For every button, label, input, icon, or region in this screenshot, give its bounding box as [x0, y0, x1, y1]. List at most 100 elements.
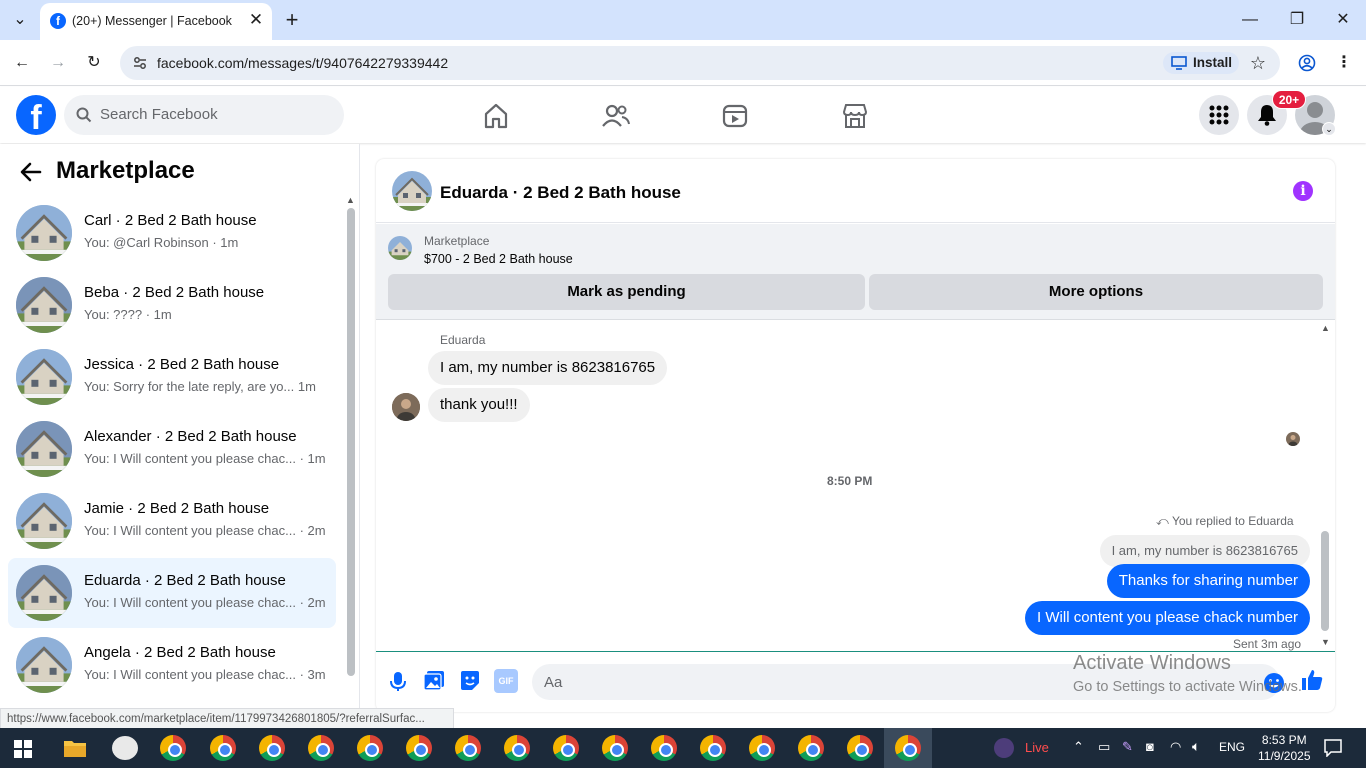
like-thumbs-up-icon[interactable]: [1300, 668, 1324, 692]
windows-start-icon[interactable]: [14, 740, 32, 758]
conversation-avatar: [16, 277, 72, 333]
sticker-icon[interactable]: [458, 669, 482, 693]
message-input-placeholder: Aa: [544, 674, 563, 691]
sent-status: Sent 3m ago: [1233, 637, 1302, 651]
outgoing-message[interactable]: I Will content you please chack number: [1025, 601, 1310, 635]
house-thumbnail-icon: [16, 421, 72, 477]
file-explorer-icon[interactable]: [63, 738, 87, 758]
mark-as-pending-button[interactable]: Mark as pending: [388, 274, 865, 310]
chrome-icon[interactable]: [210, 735, 236, 761]
video-icon[interactable]: [720, 101, 750, 131]
window-close-icon[interactable]: ✕: [1329, 6, 1357, 34]
conversation-item[interactable]: Alexander · 2 Bed 2 Bath house You: I Wil…: [8, 414, 336, 484]
conversation-item[interactable]: Jessica · 2 Bed 2 Bath house You: Sorry f…: [8, 342, 336, 412]
facebook-favicon-icon: f: [50, 13, 66, 29]
sender-avatar[interactable]: [392, 393, 420, 421]
clock[interactable]: 8:53 PM 11/9/2025: [1258, 732, 1311, 764]
emoji-icon[interactable]: [1262, 671, 1286, 695]
chrome-icon[interactable]: [259, 735, 285, 761]
chrome-icon[interactable]: [308, 735, 334, 761]
live-indicator-icon[interactable]: [994, 738, 1014, 758]
camera-icon[interactable]: ◙: [1146, 739, 1154, 754]
chat-scroll-down-icon[interactable]: ▼: [1321, 637, 1330, 647]
conversation-item[interactable]: Angela · 2 Bed 2 Bath house You: I Will c…: [8, 630, 336, 700]
chat-scroll-up-icon[interactable]: ▲: [1321, 323, 1330, 333]
back-arrow-icon[interactable]: ←: [8, 49, 36, 77]
new-tab-plus-icon[interactable]: +: [278, 6, 306, 34]
bookmark-star-icon[interactable]: ☆: [1244, 49, 1272, 77]
chrome-icon[interactable]: [749, 735, 775, 761]
listing-price[interactable]: $700 - 2 Bed 2 Bath house: [424, 252, 573, 266]
address-bar[interactable]: facebook.com/messages/t/9407642279339442: [120, 46, 1280, 80]
chrome-icon[interactable]: [160, 735, 186, 761]
photo-icon[interactable]: [422, 669, 446, 693]
conversation-item[interactable]: Eduarda · 2 Bed 2 Bath house You: I Will …: [8, 558, 336, 628]
conversation-preview: You: ???? · 1m: [84, 307, 172, 322]
install-app-button[interactable]: Install: [1163, 52, 1239, 74]
language-indicator[interactable]: ENG: [1219, 740, 1245, 754]
facebook-logo-icon[interactable]: f: [16, 95, 56, 135]
profile-icon[interactable]: [1293, 49, 1321, 77]
browser-tab[interactable]: f (20+) Messenger | Facebook ✕: [40, 3, 272, 40]
tab-close-icon[interactable]: ✕: [246, 10, 266, 30]
site-settings-icon[interactable]: [132, 55, 148, 71]
conversation-name: Jamie · 2 Bed 2 Bath house: [84, 500, 270, 517]
conversation-preview: You: I Will content you please chac... ·…: [84, 523, 326, 538]
chrome-icon[interactable]: [553, 735, 579, 761]
forward-arrow-icon[interactable]: →: [44, 49, 72, 77]
search-input[interactable]: Search Facebook: [64, 95, 344, 135]
more-options-button[interactable]: More options: [869, 274, 1323, 310]
chat-listing-avatar[interactable]: [392, 171, 432, 211]
show-hidden-icons-chevron-icon[interactable]: ⌃: [1073, 739, 1084, 755]
conversation-info-icon[interactable]: i: [1293, 181, 1313, 201]
reload-icon[interactable]: ↻: [80, 49, 108, 77]
chrome-icon[interactable]: [357, 735, 383, 761]
quoted-message[interactable]: I am, my number is 8623816765: [1099, 535, 1310, 567]
account-chevron-down-icon[interactable]: ⌄: [1322, 122, 1336, 136]
conversation-item[interactable]: Jamie · 2 Bed 2 Bath house You: I Will co…: [8, 486, 336, 556]
home-icon[interactable]: [481, 101, 511, 131]
chat-scrollbar[interactable]: [1321, 531, 1329, 631]
sidebar-scroll-up-icon[interactable]: ▲: [346, 195, 355, 205]
pen-icon[interactable]: ✎: [1122, 739, 1133, 755]
chrome-icon[interactable]: [406, 735, 432, 761]
window-minimize-icon[interactable]: —: [1236, 6, 1264, 34]
chrome-icon[interactable]: [847, 735, 873, 761]
conversation-item[interactable]: Beba · 2 Bed 2 Bath house You: ???? · 1m: [8, 270, 336, 340]
chrome-icon[interactable]: [895, 735, 921, 761]
live-label[interactable]: Live: [1025, 740, 1049, 755]
reply-indicator: ⤺ You replied to Eduarda: [1156, 514, 1294, 529]
back-arrow-icon[interactable]: [20, 162, 42, 182]
friends-icon[interactable]: [601, 101, 631, 131]
outgoing-message[interactable]: Thanks for sharing number: [1106, 564, 1310, 598]
sidebar-scrollbar[interactable]: [347, 208, 355, 676]
conversation-avatar: [16, 421, 72, 477]
chrome-icon[interactable]: [651, 735, 677, 761]
wifi-icon[interactable]: ◠: [1170, 739, 1181, 755]
battery-icon[interactable]: ▭: [1098, 739, 1110, 755]
conversation-item[interactable]: Carl · 2 Bed 2 Bath house You: @Carl Robi…: [8, 198, 336, 268]
chrome-icon[interactable]: [602, 735, 628, 761]
conversation-preview: You: @Carl Robinson · 1m: [84, 235, 239, 250]
chrome-icon[interactable]: [455, 735, 481, 761]
app-icon[interactable]: [112, 736, 138, 760]
notification-center-icon[interactable]: [1324, 739, 1342, 757]
message-input[interactable]: Aa: [532, 664, 1280, 700]
gif-label: GIF: [498, 676, 514, 686]
incoming-message[interactable]: I am, my number is 8623816765: [428, 351, 668, 385]
browser-menu-icon[interactable]: ⋮: [1330, 49, 1358, 77]
listing-thumbnail[interactable]: [388, 236, 412, 260]
incoming-message[interactable]: thank you!!!: [428, 388, 530, 422]
volume-icon[interactable]: 🔈︎: [1192, 738, 1200, 755]
conversation-preview: You: I Will content you please chac... ·…: [84, 667, 326, 682]
marketplace-icon[interactable]: [840, 101, 870, 131]
chrome-icon[interactable]: [798, 735, 824, 761]
house-thumbnail-icon: [16, 493, 72, 549]
tab-search-chevron-icon[interactable]: ⌄: [6, 6, 34, 34]
chrome-icon[interactable]: [504, 735, 530, 761]
menu-grid-button[interactable]: [1199, 95, 1239, 135]
chrome-icon[interactable]: [700, 735, 726, 761]
microphone-icon[interactable]: [386, 669, 410, 693]
window-restore-icon[interactable]: ❐: [1283, 6, 1311, 34]
gif-button[interactable]: GIF: [494, 669, 518, 693]
